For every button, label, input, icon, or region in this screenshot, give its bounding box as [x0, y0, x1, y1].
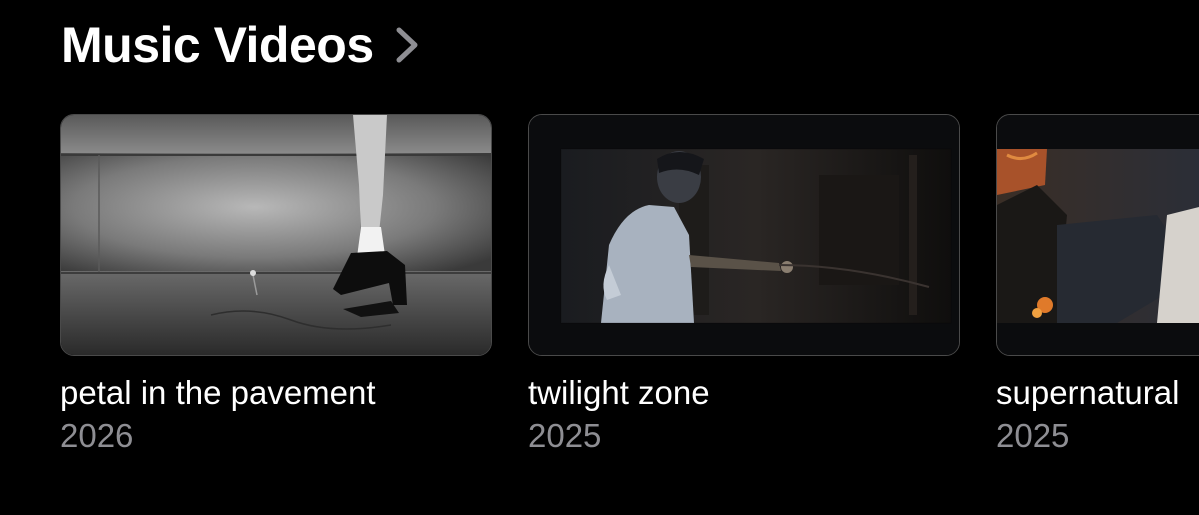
thumbnail-image-bw-street	[61, 115, 491, 355]
thumbnail-image-fire-scene	[997, 115, 1199, 355]
video-title[interactable]: petal in the pavement	[60, 373, 492, 413]
video-year: 2025	[528, 417, 602, 454]
video-card[interactable]: supernatural 2025	[996, 114, 1199, 456]
section-header[interactable]: Music Videos	[61, 14, 420, 76]
thumbnail-image-dark-scene	[529, 115, 959, 355]
video-card[interactable]: twilight zone 2025	[528, 114, 960, 456]
music-videos-shelf[interactable]: petal in the pavement 2026 twilight zone…	[60, 114, 1199, 474]
video-thumbnail[interactable]	[996, 114, 1199, 356]
video-title[interactable]: supernatural	[996, 373, 1199, 413]
video-thumbnail[interactable]	[528, 114, 960, 356]
section-title: Music Videos	[61, 17, 374, 73]
video-card[interactable]: petal in the pavement 2026	[60, 114, 492, 456]
chevron-right-icon[interactable]	[394, 27, 420, 63]
video-thumbnail[interactable]	[60, 114, 492, 356]
video-year: 2026	[60, 417, 134, 454]
video-title[interactable]: twilight zone	[528, 373, 960, 413]
video-year: 2025	[996, 417, 1070, 454]
